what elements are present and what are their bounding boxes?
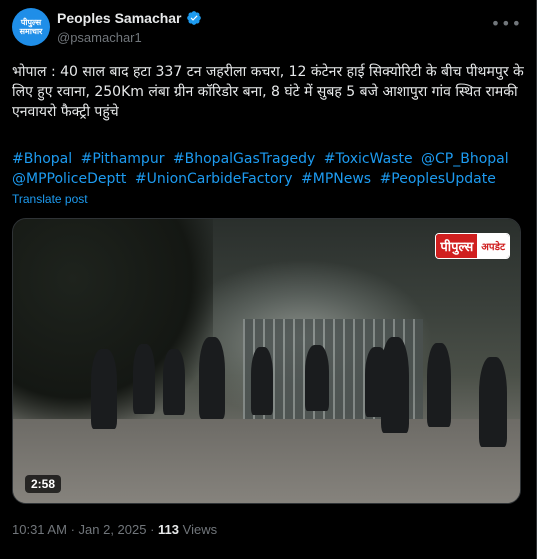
hashtag-link[interactable]: #Pithampur — [81, 151, 165, 167]
person-figure — [427, 343, 451, 427]
more-icon[interactable]: ••• — [491, 14, 522, 33]
hashtag-link[interactable]: #ToxicWaste — [324, 151, 413, 167]
meta-separator: · — [150, 522, 159, 537]
display-name[interactable]: Peoples Samachar — [57, 10, 182, 26]
person-figure — [381, 337, 409, 433]
hashtag-link[interactable]: #UnionCarbideFactory — [135, 171, 293, 187]
video-duration: 2:58 — [25, 475, 62, 493]
post-text: भोपाल : 40 साल बाद हटा 337 टन जहरीला कचर… — [12, 64, 524, 120]
person-figure — [479, 357, 507, 447]
person-figure — [305, 345, 329, 411]
post-date[interactable]: Jan 2, 2025 — [79, 522, 147, 537]
hashtag-link[interactable]: #BhopalGasTragedy — [173, 151, 315, 167]
badge-main-text: पीपुल्स — [436, 234, 478, 258]
verified-badge-icon — [186, 11, 201, 25]
mention-link[interactable]: @CP_Bhopal — [421, 151, 509, 167]
hashtag-link[interactable]: #MPNews — [301, 171, 371, 187]
tweet: पीपुल्स समाचार Peoples Samachar @psamach… — [0, 0, 537, 559]
channel-logo-badge: पीपुल्स अपडेट — [435, 233, 510, 259]
avatar-text-1: पीपुल्स — [20, 18, 42, 27]
video-player[interactable]: पीपुल्स अपडेट 2:58 — [12, 218, 521, 504]
avatar[interactable]: पीपुल्स समाचार — [12, 8, 50, 46]
post-meta: 10:31 AM · Jan 2, 2025 · 113 Views — [12, 522, 217, 537]
hashtag-link[interactable]: #PeoplesUpdate — [380, 171, 496, 187]
avatar-text-2: समाचार — [19, 27, 43, 36]
person-figure — [199, 337, 225, 419]
person-figure — [91, 349, 117, 429]
video-frame — [13, 219, 520, 503]
person-figure — [251, 347, 273, 415]
handle[interactable]: @psamachar1 — [57, 30, 142, 45]
ground — [13, 419, 520, 503]
badge-sub-text: अपडेट — [477, 234, 509, 258]
views-label: Views — [182, 522, 218, 537]
person-figure — [133, 344, 155, 414]
views-count: 113 — [158, 522, 180, 537]
meta-separator: · — [70, 522, 79, 537]
name-row: Peoples Samachar — [57, 10, 202, 26]
hashtag-link[interactable]: #Bhopal — [12, 151, 72, 167]
mention-link[interactable]: @MPPoliceDeptt — [12, 171, 126, 187]
hashtags: #Bhopal #Pithampur #BhopalGasTragedy #To… — [12, 149, 527, 189]
person-figure — [163, 349, 185, 415]
translate-post-link[interactable]: Translate post — [12, 192, 88, 206]
post-time[interactable]: 10:31 AM — [12, 522, 67, 537]
